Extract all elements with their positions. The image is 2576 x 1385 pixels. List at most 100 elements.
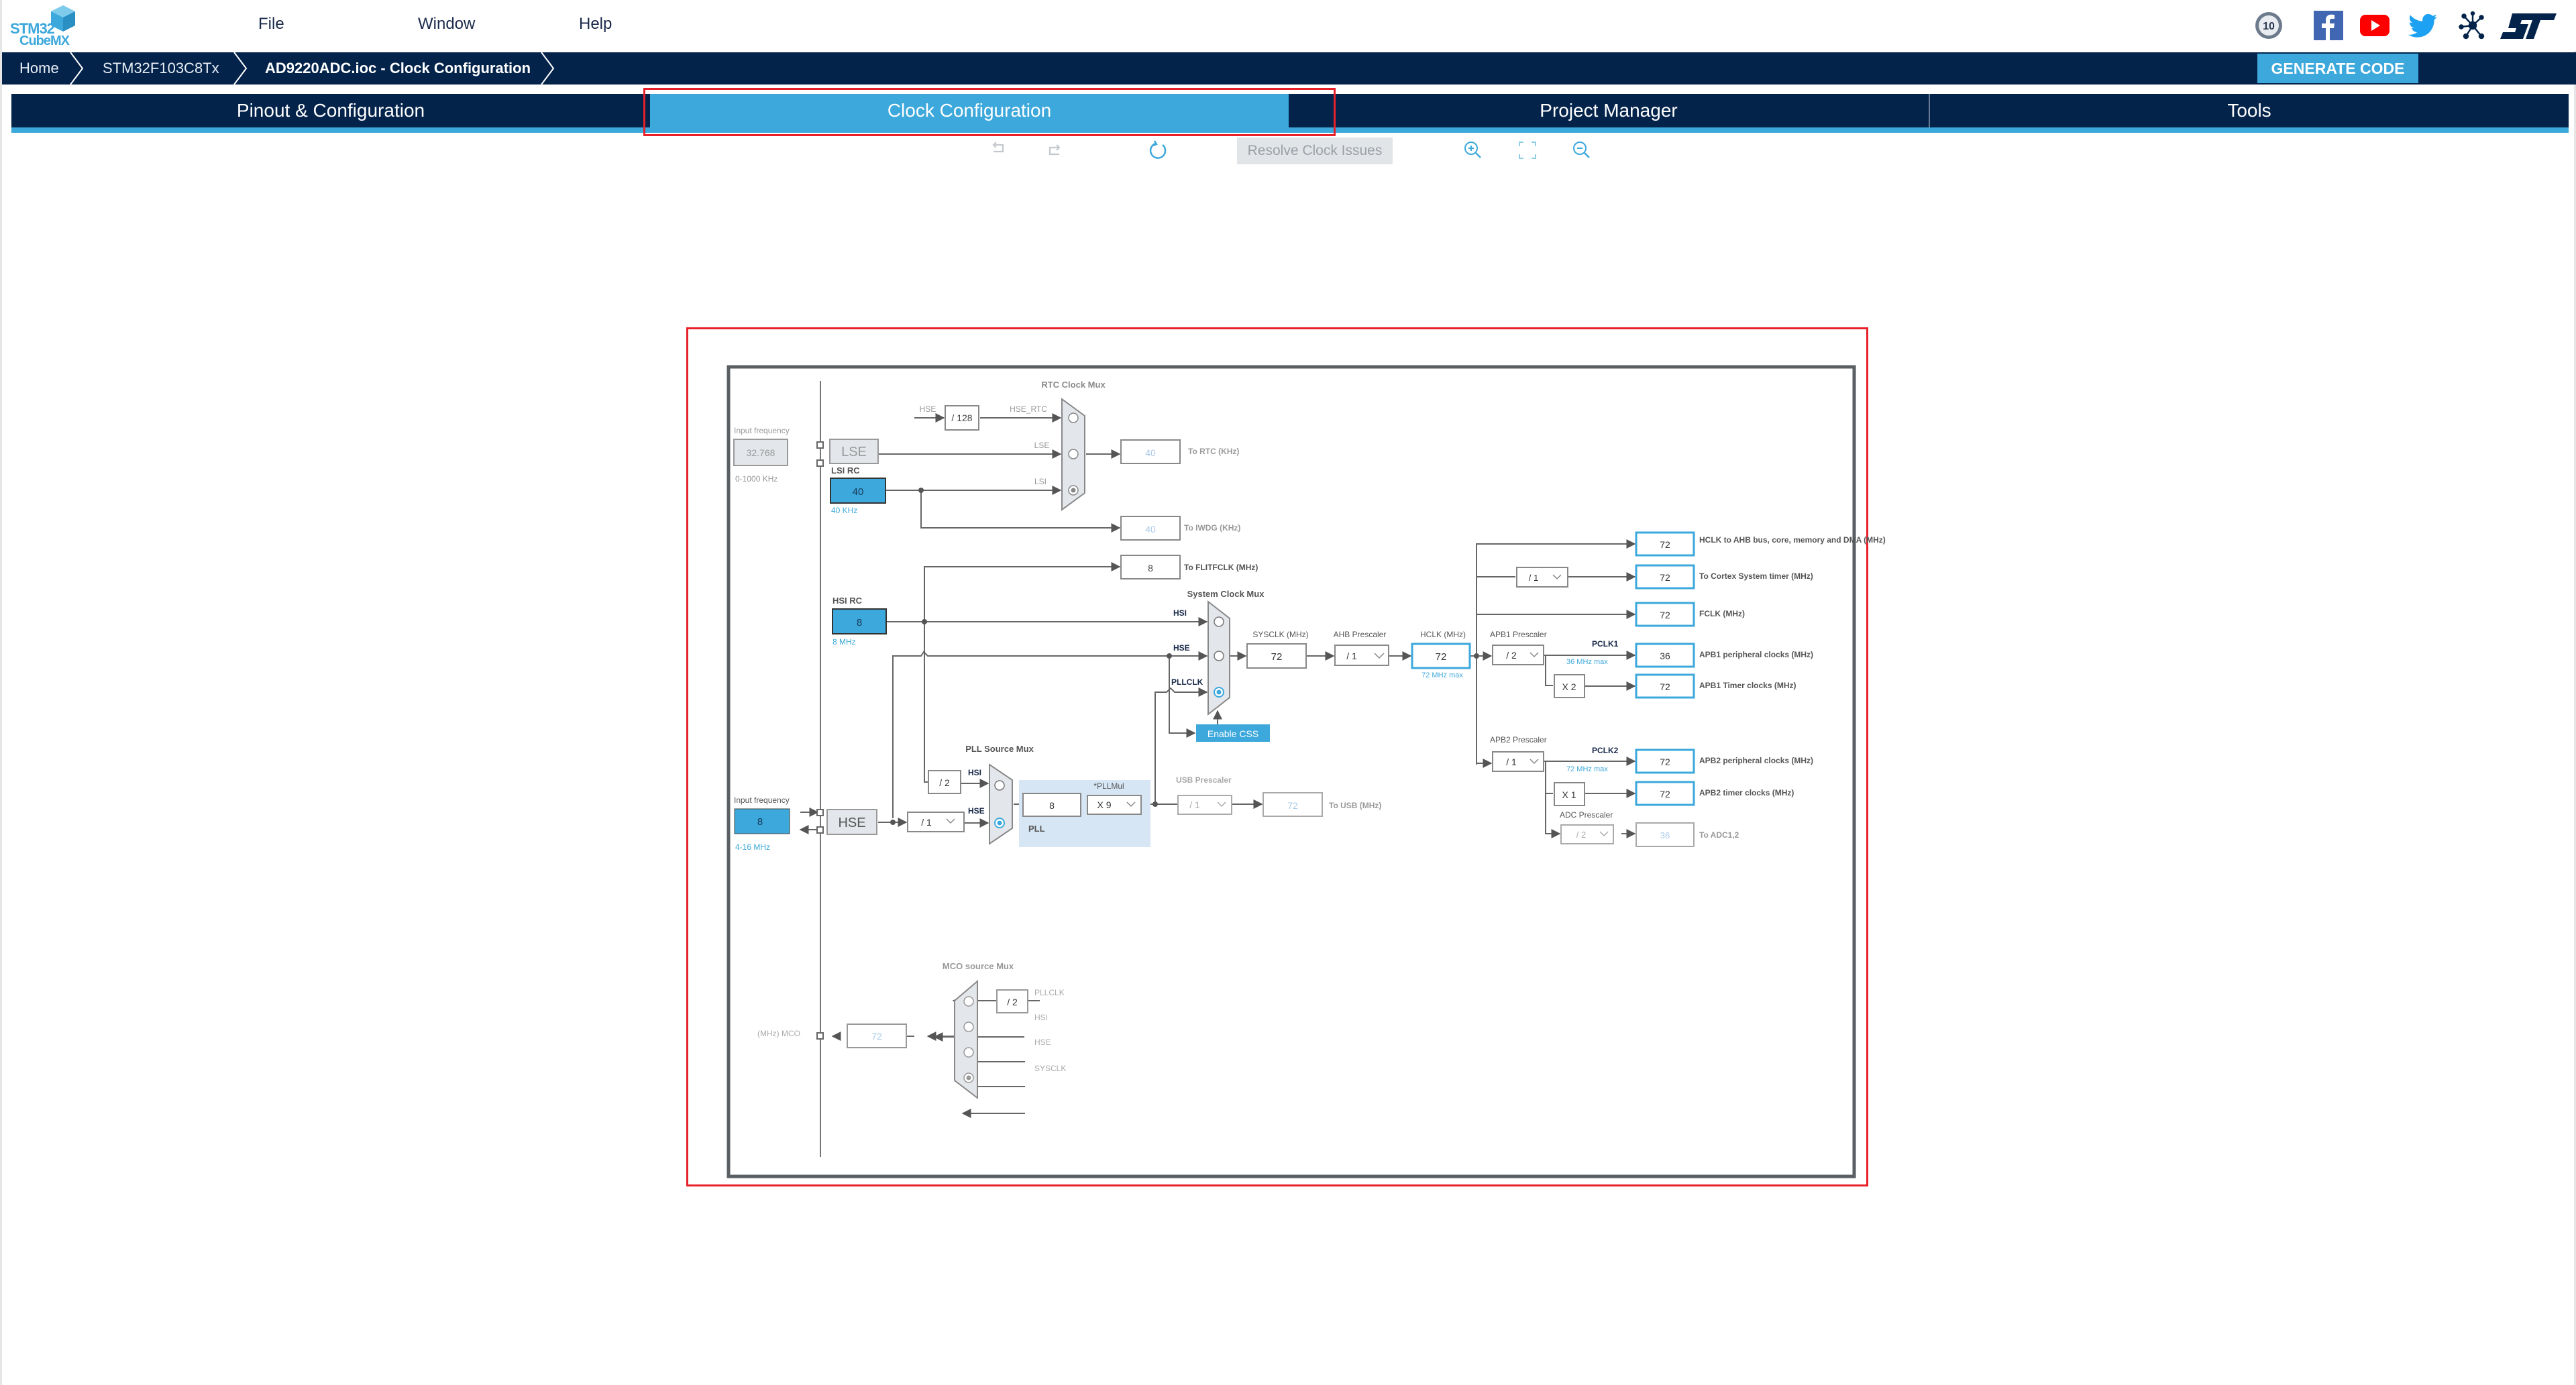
sysclk-value: 72 xyxy=(1271,651,1283,663)
output-clock-value: 72 xyxy=(1660,572,1670,583)
enable-css-label: Enable CSS xyxy=(1208,728,1258,739)
output-clock-label: APB2 timer clocks (MHz) xyxy=(1699,788,1794,797)
to-usb-value: 72 xyxy=(1287,800,1298,811)
rtc-mux-radio-lsi-selected xyxy=(1071,488,1076,493)
lse-range: 0-1000 KHz xyxy=(735,474,777,484)
sysclk-pllclk-label: PLLCLK xyxy=(1171,677,1203,687)
rtc-lsi-label: LSI xyxy=(1034,477,1046,486)
hclk-value: 72 xyxy=(1436,651,1447,663)
sysclk-hse-label: HSE xyxy=(1173,643,1190,653)
hse-prediv-value: / 1 xyxy=(921,817,932,828)
output-clock-value: 36 xyxy=(1660,651,1670,661)
pll-mux-radio-selected xyxy=(997,820,1002,826)
mco-source-pllclk: PLLCLK xyxy=(1034,988,1065,997)
hse-block-label: HSE xyxy=(838,816,865,830)
hse-range: 4-16 MHz xyxy=(735,842,770,852)
ahb-prescaler-value: / 1 xyxy=(1346,651,1357,661)
sysclk-mux-radio-hse[interactable] xyxy=(1214,651,1224,661)
mco-mux-title: MCO source Mux xyxy=(943,961,1014,971)
cortex-timer-divider-value: / 1 xyxy=(1529,573,1538,583)
ahb-prescaler-select[interactable] xyxy=(1334,645,1389,666)
mco-source-sysclk: SYSCLK xyxy=(1034,1064,1066,1073)
apb1-timer-multiplier-value: X 2 xyxy=(1562,681,1576,692)
mco-source-hsi: HSI xyxy=(1034,1013,1048,1022)
hsi-unit: 8 MHz xyxy=(833,637,856,647)
mco-radio-hse[interactable] xyxy=(963,1047,974,1058)
mco-source-hse: HSE xyxy=(1034,1038,1051,1047)
pll-label: PLL xyxy=(1028,824,1045,834)
rtc-hse-label: HSE xyxy=(920,404,936,414)
apb2-timer-multiplier-value: X 1 xyxy=(1562,789,1576,800)
output-clock-value: 72 xyxy=(1660,681,1670,692)
output-clock-label: APB1 Timer clocks (MHz) xyxy=(1699,681,1796,690)
apb1-max: 36 MHz max xyxy=(1566,658,1608,666)
adc-output-label: To ADC1,2 xyxy=(1699,830,1739,840)
hsi-div2-value: / 2 xyxy=(939,777,950,788)
output-clock-value: 72 xyxy=(1660,610,1670,620)
mco-label: (MHz) MCO xyxy=(757,1029,800,1038)
to-flitfclk-label: To FLITFCLK (MHz) xyxy=(1184,563,1258,572)
lse-input-frequency-value: 32.768 xyxy=(747,447,775,458)
to-usb-label: To USB (MHz) xyxy=(1329,801,1381,810)
hsi-rc-value: 8 xyxy=(857,617,862,628)
output-clock-value: 72 xyxy=(1660,757,1670,767)
rtc-lse-label: LSE xyxy=(1034,441,1050,450)
lsi-rc-value: 40 xyxy=(853,486,864,498)
usb-prescaler-label: USB Prescaler xyxy=(1176,775,1232,785)
adc-output-value: 36 xyxy=(1660,830,1670,840)
output-clock-label: APB1 peripheral clocks (MHz) xyxy=(1699,650,1813,659)
lsi-label: LSI RC xyxy=(831,465,860,476)
to-flitfclk-value: 8 xyxy=(1148,563,1153,573)
apb1-prescaler-value: / 2 xyxy=(1506,650,1517,661)
to-iwdg-label: To IWDG (KHz) xyxy=(1184,523,1240,533)
hclk-label: HCLK (MHz) xyxy=(1420,630,1466,639)
sysclk-hsi-label: HSI xyxy=(1173,608,1187,618)
rtc-hse-rtc-label: HSE_RTC xyxy=(1010,404,1047,414)
mco-radio-selected xyxy=(966,1075,971,1081)
pll-source-mux-title: PLL Source Mux xyxy=(965,744,1034,754)
lse-block-label: LSE xyxy=(841,445,867,459)
pll-hsi-label: HSI xyxy=(968,768,981,777)
hse-input-frequency-value: 8 xyxy=(757,816,763,828)
apb2-prescaler-value: / 1 xyxy=(1506,757,1517,767)
to-rtc-label: To RTC (KHz) xyxy=(1188,447,1239,456)
apb2-max: 72 MHz max xyxy=(1566,765,1608,773)
mco-output-value: 72 xyxy=(871,1031,882,1042)
pll-mux-radio-hsi[interactable] xyxy=(994,780,1005,791)
mco-radio-hsi[interactable] xyxy=(963,1021,974,1032)
adc-prescaler-value: / 2 xyxy=(1576,830,1586,840)
pclk1-label: PCLK1 xyxy=(1592,639,1619,649)
output-clock-label: FCLK (MHz) xyxy=(1699,609,1745,618)
sysclk-label: SYSCLK (MHz) xyxy=(1252,630,1308,639)
hsi-label: HSI RC xyxy=(833,596,863,606)
rtc-hse-divider-value: / 128 xyxy=(951,412,972,423)
pllmul-value: X 9 xyxy=(1097,799,1111,810)
rtc-mux-title: RTC Clock Mux xyxy=(1041,380,1106,390)
mco-radio-pllclk[interactable] xyxy=(963,996,974,1007)
sysclk-mux-radio-hsi[interactable] xyxy=(1214,616,1224,627)
sysclk-mux-title: System Clock Mux xyxy=(1187,589,1265,599)
apb1-prescaler-label: APB1 Prescaler xyxy=(1490,630,1547,639)
hse-prediv-select[interactable] xyxy=(907,812,965,832)
pll-hse-label: HSE xyxy=(968,806,985,816)
to-rtc-value: 40 xyxy=(1145,447,1156,458)
lsi-unit: 40 KHz xyxy=(831,506,857,515)
cortex-timer-divider-select[interactable] xyxy=(1516,567,1568,588)
lse-input-label: Input frequency xyxy=(734,426,790,435)
output-clock-label: HCLK to AHB bus, core, memory and DMA (M… xyxy=(1699,535,1886,545)
usb-prescaler-value: / 1 xyxy=(1189,799,1200,810)
ahb-prescaler-label: AHB Prescaler xyxy=(1334,630,1387,639)
apb2-prescaler-label: APB2 Prescaler xyxy=(1490,735,1547,744)
output-clock-value: 72 xyxy=(1660,789,1670,799)
rtc-mux-radio-lse[interactable] xyxy=(1068,449,1079,459)
mco-pll-div2-value: / 2 xyxy=(1007,997,1018,1007)
rtc-mux-radio-hse[interactable] xyxy=(1068,412,1079,423)
clock-tree-diagram: RTC Clock Mux HSE / 128 HSE_RTC LSE LSI … xyxy=(727,365,1886,1178)
hse-input-label: Input frequency xyxy=(734,795,790,805)
pllmul-label: *PLLMul xyxy=(1093,781,1124,791)
output-clock-label: To Cortex System timer (MHz) xyxy=(1699,571,1813,581)
to-iwdg-value: 40 xyxy=(1145,524,1156,535)
output-clock-value: 72 xyxy=(1660,539,1670,550)
output-clock-label: APB2 peripheral clocks (MHz) xyxy=(1699,756,1813,765)
hclk-max: 72 MHz max xyxy=(1421,671,1463,679)
